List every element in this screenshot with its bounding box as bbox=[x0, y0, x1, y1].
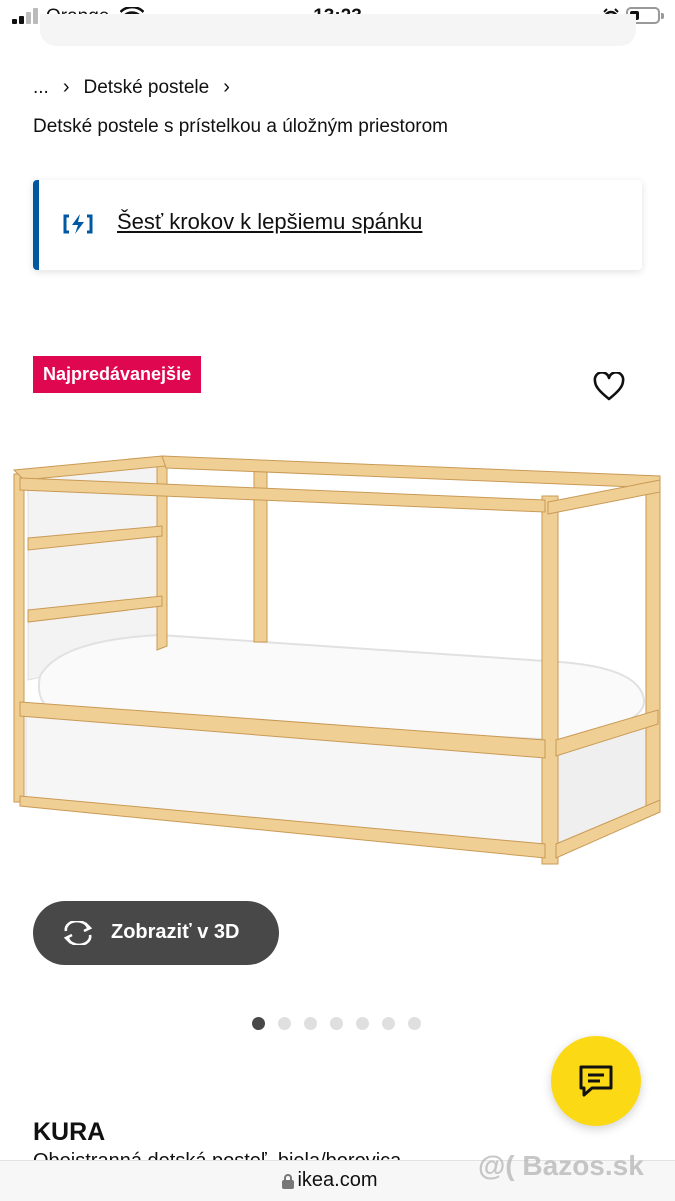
carousel-dot[interactable] bbox=[304, 1017, 317, 1030]
view-3d-label: Zobraziť v 3D bbox=[111, 921, 240, 943]
chat-button[interactable] bbox=[551, 1036, 641, 1126]
carousel-dot[interactable] bbox=[278, 1017, 291, 1030]
sleep-tips-card[interactable]: Šesť krokov k lepšiemu spánku bbox=[33, 180, 642, 270]
breadcrumb-category[interactable]: Detské postele bbox=[84, 77, 210, 99]
carousel-dot[interactable] bbox=[330, 1017, 343, 1030]
energy-swap-icon bbox=[63, 214, 93, 234]
chat-bubble-icon bbox=[579, 1065, 613, 1097]
sleep-tips-link[interactable]: Šesť krokov k lepšiemu spánku bbox=[117, 209, 422, 235]
carousel-dot[interactable] bbox=[252, 1017, 265, 1030]
carousel-dot[interactable] bbox=[408, 1017, 421, 1030]
product-name: KURA bbox=[33, 1118, 106, 1146]
carousel-indicator[interactable] bbox=[252, 1017, 421, 1030]
chevron-right-icon: › bbox=[62, 76, 70, 98]
carousel-dot[interactable] bbox=[356, 1017, 369, 1030]
bestseller-badge: Najpredávanejšie bbox=[33, 356, 202, 393]
breadcrumb: ... › Detské postele › bbox=[33, 76, 230, 99]
search-bar[interactable] bbox=[40, 14, 636, 46]
card-accent-bar bbox=[33, 180, 39, 270]
watermark: @( Bazos.sk bbox=[478, 1150, 644, 1181]
category-subtitle: Detské postele s prístelkou a úložným pr… bbox=[33, 116, 449, 137]
view-3d-button[interactable]: Zobraziť v 3D bbox=[33, 901, 279, 965]
bed-illustration bbox=[12, 455, 661, 865]
heart-icon[interactable] bbox=[593, 372, 625, 402]
breadcrumb-ellipsis[interactable]: ... bbox=[33, 77, 49, 99]
carousel-dot[interactable] bbox=[382, 1017, 395, 1030]
chevron-right-icon: › bbox=[223, 76, 230, 98]
product-image[interactable] bbox=[0, 440, 675, 880]
rotate-3d-icon bbox=[63, 921, 93, 945]
